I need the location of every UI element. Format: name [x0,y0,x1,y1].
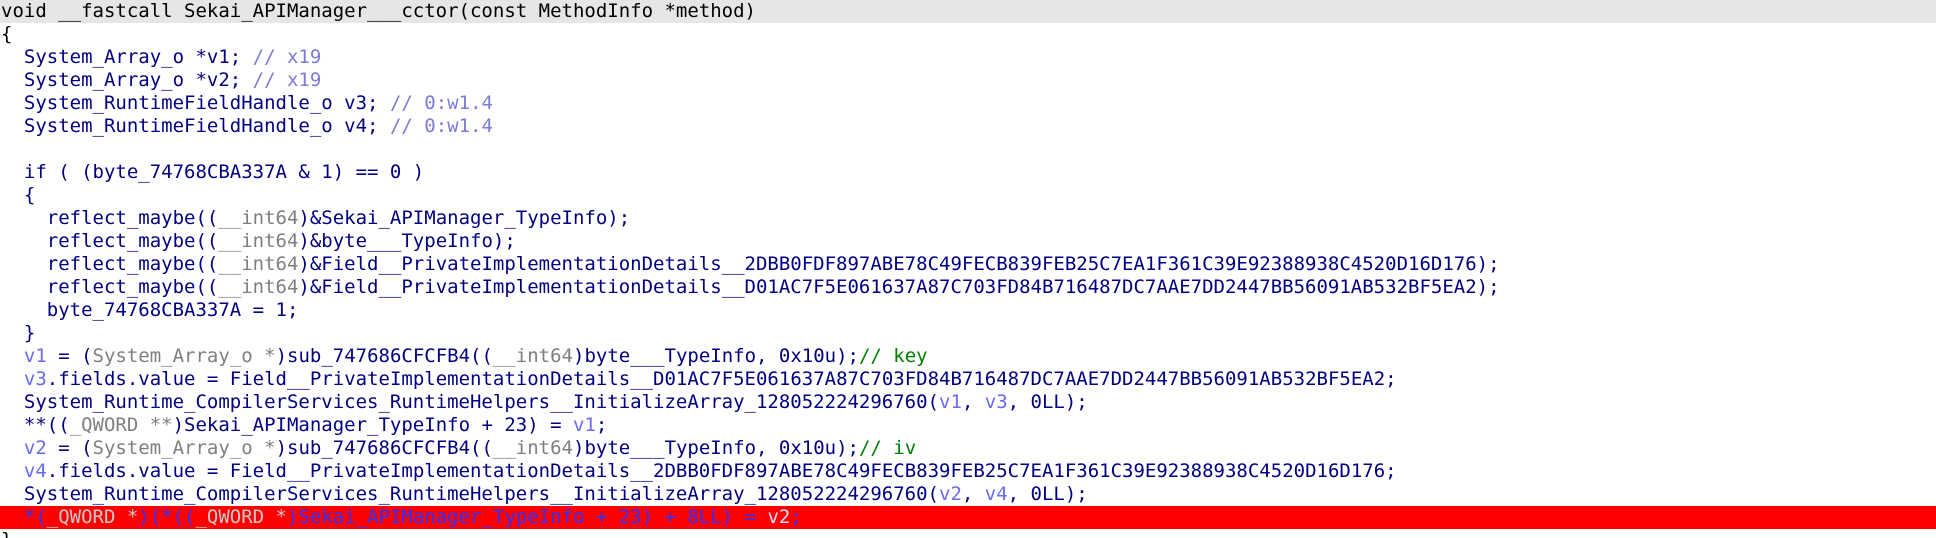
code-token: )&Field__PrivateImplementationDetails__D… [298,276,1500,298]
code-token: reflect_maybe(( [1,253,219,275]
code-token: , [961,483,985,505]
code-line[interactable]: reflect_maybe((__int64)&Sekai_APIManager… [0,207,1936,230]
code-line[interactable]: v4.fields.value = Field__PrivateImplemen… [0,460,1936,483]
pseudocode-view[interactable]: void __fastcall Sekai_APIManager___cctor… [0,0,1936,538]
code-token: )byte___TypeInfo, 0x10u); [573,345,859,367]
code-token: __int64 [218,207,299,229]
code-token: v2 [767,506,791,528]
code-token: __int64 [492,437,573,459]
highlighted-code-line[interactable]: *(_QWORD *)(*((_QWORD *)Sekai_APIManager… [0,506,1936,529]
code-token: )Sekai_APIManager_TypeInfo + 23) = [172,414,573,436]
code-token: v2 [23,437,47,459]
code-line[interactable]: } [0,529,1936,538]
code-token: v3 [23,368,47,390]
code-line[interactable]: v1 = (System_Array_o *)sub_747686CFCFB4(… [0,345,1936,368]
code-token: { [1,184,36,206]
code-token: System_Array_o *v1; [1,46,253,68]
code-line[interactable]: if ( (byte_74768CBA337A & 1) == 0 ) [0,161,1936,184]
code-line[interactable]: reflect_maybe((__int64)&byte___TypeInfo)… [0,230,1936,253]
code-line[interactable]: System_RuntimeFieldHandle_o v3; // 0:w1.… [0,92,1936,115]
code-line[interactable]: System_Runtime_CompilerServices_RuntimeH… [0,483,1936,506]
code-token: )Sekai_APIManager_TypeInfo + 23) + 8LL) … [287,506,768,528]
code-token: **(( [1,414,70,436]
code-line[interactable]: v2 = (System_Array_o *)sub_747686CFCFB4(… [0,437,1936,460]
code-token: )&Field__PrivateImplementationDetails__2… [298,253,1500,275]
code-token: { [1,23,13,45]
code-token: .fields.value = Field__PrivateImplementa… [46,368,1397,390]
code-line[interactable]: System_Array_o *v1; // x19 [0,46,1936,69]
code-token: byte_74768CBA337A = 1; [1,299,299,321]
code-token: System_Array_o *v2; [1,69,253,91]
code-line[interactable]: v3.fields.value = Field__PrivateImplemen… [0,368,1936,391]
code-line[interactable]: } [0,322,1936,345]
code-token: )&byte___TypeInfo); [298,230,516,252]
code-token: v1 [939,391,962,413]
function-signature-line[interactable]: void __fastcall Sekai_APIManager___cctor… [0,0,1936,23]
code-token: , 0LL); [1007,483,1088,505]
code-token: v4 [23,460,47,482]
code-line[interactable]: System_Array_o *v2; // x19 [0,69,1936,92]
code-token: void __fastcall Sekai_APIManager___cctor… [1,0,756,22]
code-line[interactable]: reflect_maybe((__int64)&Field__PrivateIm… [0,253,1936,276]
code-token: , 0LL); [1007,391,1088,413]
code-token: // iv [858,437,917,459]
code-line[interactable]: { [0,23,1936,46]
code-token: reflect_maybe(( [1,207,219,229]
code-line[interactable]: byte_74768CBA337A = 1; [0,299,1936,322]
code-token: = ( [46,437,93,459]
code-token: .fields.value = Field__PrivateImplementa… [46,460,1397,482]
code-token: )(*(( [138,506,196,528]
code-token: v1 [572,414,596,436]
code-token: if ( (byte_74768CBA337A & 1) == 0 ) [1,161,425,183]
code-token: ; [790,506,802,528]
code-token: System_Array_o * [92,345,276,367]
code-token: v1 [23,345,47,367]
code-token: _QWORD * [46,506,139,528]
code-line[interactable]: System_Runtime_CompilerServices_RuntimeH… [0,391,1936,414]
code-token: // x19 [252,46,322,68]
code-line[interactable]: reflect_maybe((__int64)&Field__PrivateIm… [0,276,1936,299]
code-token: )sub_747686CFCFB4(( [275,345,493,367]
code-line[interactable]: **((_QWORD **)Sekai_APIManager_TypeInfo … [0,414,1936,437]
code-token: )sub_747686CFCFB4(( [275,437,493,459]
code-token: } [1,322,36,344]
code-token: , [961,391,985,413]
code-token: _QWORD ** [69,414,173,436]
code-token: v2 [939,483,962,505]
code-token: v3 [984,391,1008,413]
code-token: )byte___TypeInfo, 0x10u); [573,437,859,459]
code-token: System_RuntimeFieldHandle_o v4; [1,115,390,137]
code-token: __int64 [218,276,299,298]
code-token: // key [858,345,928,367]
code-token: reflect_maybe(( [1,276,219,298]
code-token: System_RuntimeFieldHandle_o v3; [1,92,390,114]
code-line[interactable]: System_RuntimeFieldHandle_o v4; // 0:w1.… [0,115,1936,138]
code-token: = ( [46,345,93,367]
code-token: // 0:w1.4 [389,92,493,114]
code-token: // x19 [252,69,322,91]
code-token: ; [595,414,608,436]
code-token: v4 [984,483,1008,505]
code-token: *( [1,506,47,528]
code-token: __int64 [218,253,299,275]
code-token: System_Array_o * [92,437,276,459]
code-line[interactable]: { [0,184,1936,207]
code-token: // 0:w1.4 [389,115,493,137]
code-token: _QWORD * [195,506,287,528]
code-token: reflect_maybe(( [1,230,219,252]
code-token: __int64 [492,345,573,367]
code-line[interactable] [0,138,1936,161]
code-token: System_Runtime_CompilerServices_RuntimeH… [1,391,939,413]
code-token: __int64 [218,230,299,252]
code-token: System_Runtime_CompilerServices_RuntimeH… [1,483,939,505]
code-token: } [1,529,12,538]
code-token: )&Sekai_APIManager_TypeInfo); [298,207,631,229]
